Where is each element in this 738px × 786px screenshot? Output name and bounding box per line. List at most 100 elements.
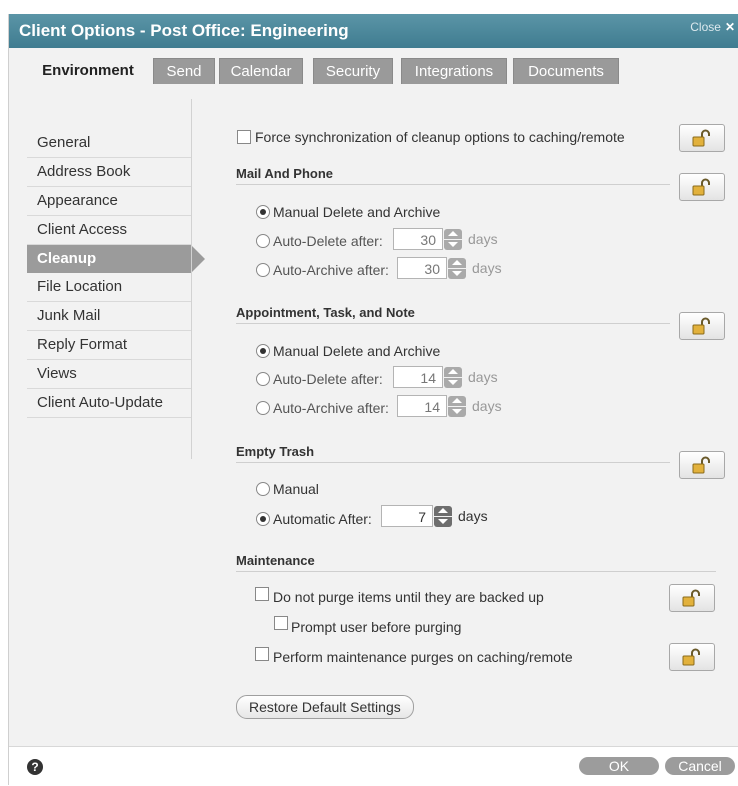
sidebar-item-label: Junk Mail <box>37 307 101 324</box>
tab-calendar[interactable]: Calendar <box>219 58 303 84</box>
sidebar-item-label: Client Access <box>37 221 128 238</box>
section-rule <box>236 571 716 572</box>
sidebar-item-label: Address Book <box>37 163 131 180</box>
mail-auto-delete-label: Auto-Delete after: <box>273 233 383 249</box>
client-options-dialog: Client Options - Post Office: Engineerin… <box>8 14 738 786</box>
trash-automatic-stepper: 7 days <box>381 505 501 529</box>
empty-trash-heading: Empty Trash <box>236 444 315 459</box>
sidebar-item-label: Cleanup <box>37 250 97 267</box>
sidebar-item-label: Views <box>37 365 77 382</box>
close-button[interactable]: Close ✕ <box>690 20 735 34</box>
trash-automatic-radio[interactable] <box>256 512 270 526</box>
unlocked-padlock-icon <box>692 129 710 147</box>
mail-phone-lock-button[interactable] <box>679 173 725 201</box>
sidebar-item-label: Reply Format <box>37 336 128 353</box>
tab-security[interactable]: Security <box>313 58 393 84</box>
sidebar-divider <box>191 99 192 459</box>
trash-automatic-label: Automatic After: <box>273 511 372 527</box>
mail-auto-archive-radio[interactable] <box>256 263 270 277</box>
no-purge-checkbox[interactable] <box>255 587 269 601</box>
sidebar-item-general[interactable]: General <box>27 129 191 158</box>
stepper-down-icon[interactable] <box>448 407 466 417</box>
appt-auto-delete-input[interactable]: 14 <box>393 366 443 388</box>
appt-auto-archive-radio[interactable] <box>256 401 270 415</box>
stepper-up-icon[interactable] <box>448 258 466 268</box>
trash-automatic-input[interactable]: 7 <box>381 505 433 527</box>
section-rule <box>236 323 670 324</box>
stepper-up-icon[interactable] <box>444 229 462 239</box>
appt-auto-archive-stepper: 14 days <box>397 395 507 419</box>
mail-phone-heading: Mail And Phone <box>236 166 334 181</box>
mail-auto-delete-input[interactable]: 30 <box>393 228 443 250</box>
appt-auto-delete-radio[interactable] <box>256 372 270 386</box>
stepper-buttons[interactable] <box>434 506 452 528</box>
stepper-buttons[interactable] <box>444 229 462 251</box>
mail-auto-archive-stepper: 30 days <box>397 257 507 281</box>
stepper-up-icon[interactable] <box>434 506 452 516</box>
mail-auto-delete-stepper: 30 days <box>393 228 503 252</box>
prompt-purge-checkbox[interactable] <box>274 616 288 630</box>
perform-purge-label: Perform maintenance purges on caching/re… <box>273 649 573 665</box>
days-unit: days <box>458 508 488 524</box>
sidebar-item-cleanup[interactable]: Cleanup <box>27 245 205 273</box>
restore-defaults-button[interactable]: Restore Default Settings <box>236 695 414 719</box>
mail-auto-archive-label: Auto-Archive after: <box>273 262 389 278</box>
appt-manual-label: Manual Delete and Archive <box>273 343 441 359</box>
unlocked-padlock-icon <box>682 589 700 607</box>
close-icon: ✕ <box>724 20 735 34</box>
sidebar-item-reply-format[interactable]: Reply Format <box>27 331 191 360</box>
appointment-heading: Appointment, Task, and Note <box>236 305 415 320</box>
tab-integrations[interactable]: Integrations <box>401 58 507 84</box>
sidebar-item-address-book[interactable]: Address Book <box>27 158 191 187</box>
stepper-down-icon[interactable] <box>444 240 462 250</box>
help-icon[interactable]: ? <box>27 759 43 775</box>
empty-trash-lock-button[interactable] <box>679 451 725 479</box>
mail-auto-delete-radio[interactable] <box>256 234 270 248</box>
days-unit: days <box>472 398 502 414</box>
mail-auto-archive-input[interactable]: 30 <box>397 257 447 279</box>
sidebar-item-appearance[interactable]: Appearance <box>27 187 191 216</box>
sidebar-item-label: File Location <box>37 278 123 295</box>
mail-manual-label: Manual Delete and Archive <box>273 204 441 220</box>
force-sync-lock-button[interactable] <box>679 124 725 152</box>
sidebar-item-label: General <box>37 134 91 151</box>
perform-purge-lock-button[interactable] <box>669 643 715 671</box>
stepper-buttons[interactable] <box>448 396 466 418</box>
stepper-down-icon[interactable] <box>444 378 462 388</box>
stepper-down-icon[interactable] <box>434 517 452 527</box>
stepper-buttons[interactable] <box>448 258 466 280</box>
days-unit: days <box>472 260 502 276</box>
appt-auto-delete-label: Auto-Delete after: <box>273 371 383 387</box>
force-sync-checkbox[interactable] <box>237 130 251 144</box>
sidebar-item-client-access[interactable]: Client Access <box>27 216 191 245</box>
content-panel: General Address Book Appearance Client A… <box>27 85 731 727</box>
sidebar-item-label: Client Auto-Update <box>37 394 163 411</box>
stepper-down-icon[interactable] <box>448 269 466 279</box>
tab-send[interactable]: Send <box>153 58 215 84</box>
maintenance-heading: Maintenance <box>236 553 315 568</box>
appt-manual-radio[interactable] <box>256 344 270 358</box>
unlocked-padlock-icon <box>692 178 710 196</box>
stepper-buttons[interactable] <box>444 367 462 389</box>
sidebar-item-junk-mail[interactable]: Junk Mail <box>27 302 191 331</box>
no-purge-lock-button[interactable] <box>669 584 715 612</box>
appt-auto-archive-input[interactable]: 14 <box>397 395 447 417</box>
sidebar-item-file-location[interactable]: File Location <box>27 273 191 302</box>
ok-button[interactable]: OK <box>579 757 659 775</box>
appointment-lock-button[interactable] <box>679 312 725 340</box>
sidebar-item-client-auto-update[interactable]: Client Auto-Update <box>27 389 191 418</box>
perform-purge-checkbox[interactable] <box>255 647 269 661</box>
stepper-up-icon[interactable] <box>448 396 466 406</box>
tab-environment[interactable]: Environment <box>29 58 147 86</box>
days-unit: days <box>468 369 498 385</box>
appt-auto-delete-stepper: 14 days <box>393 366 503 390</box>
cancel-button[interactable]: Cancel <box>665 757 735 775</box>
trash-manual-radio[interactable] <box>256 482 270 496</box>
sidebar-item-views[interactable]: Views <box>27 360 191 389</box>
stepper-up-icon[interactable] <box>444 367 462 377</box>
days-unit: days <box>468 231 498 247</box>
tab-documents[interactable]: Documents <box>513 58 619 84</box>
force-sync-label: Force synchronization of cleanup options… <box>255 129 625 145</box>
mail-manual-radio[interactable] <box>256 205 270 219</box>
prompt-purge-label: Prompt user before purging <box>291 619 462 635</box>
